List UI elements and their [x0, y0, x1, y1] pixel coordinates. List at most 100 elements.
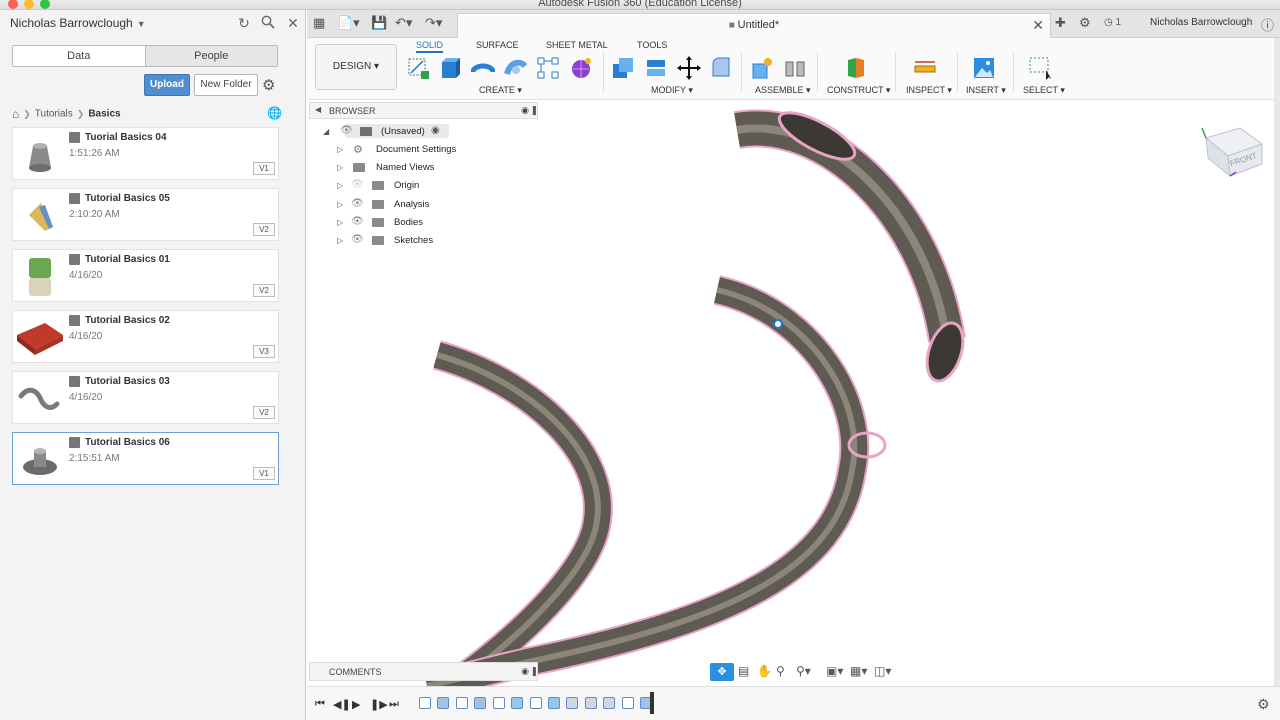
visibility-eye-icon[interactable]: 👁: [340, 125, 353, 136]
fillet-icon[interactable]: [644, 56, 668, 80]
redo-icon[interactable]: ↷▾: [425, 15, 442, 31]
expand-triangle-icon[interactable]: ▷: [337, 236, 343, 245]
browser-node-origin[interactable]: ▷ 👁 Origin: [337, 178, 487, 194]
move-icon[interactable]: [677, 56, 701, 80]
undo-icon[interactable]: ↶▾: [395, 15, 412, 31]
look-at-icon[interactable]: ▤: [738, 664, 749, 678]
file-menu-icon[interactable]: 📄▾: [337, 15, 360, 31]
expand-triangle-icon[interactable]: ▷: [337, 218, 343, 227]
pan-icon[interactable]: ✋: [757, 664, 772, 678]
expand-handle-icon[interactable]: ❚: [530, 105, 538, 116]
visibility-eye-icon[interactable]: 👁: [351, 198, 364, 209]
inspect-menu[interactable]: INSPECT ▾: [906, 85, 952, 96]
close-tab-icon[interactable]: ✕: [1032, 17, 1044, 34]
tab-surface[interactable]: SURFACE: [476, 40, 519, 50]
new-tab-icon[interactable]: ✚: [1055, 15, 1066, 31]
new-folder-button[interactable]: New Folder: [194, 74, 258, 96]
create-menu[interactable]: CREATE ▾: [479, 85, 522, 96]
timeline-split-feature[interactable]: [566, 697, 578, 709]
go-to-end-icon[interactable]: ⏭: [389, 698, 399, 711]
gear-icon[interactable]: ⚙: [1257, 696, 1270, 713]
browser-header[interactable]: ◀ BROWSER ◉ ❚: [309, 102, 538, 119]
job-status[interactable]: ◷ 1: [1104, 17, 1121, 28]
visibility-eye-icon[interactable]: 👁: [351, 216, 364, 227]
workspace-switcher[interactable]: DESIGN ▾: [315, 44, 397, 90]
file-card-selected[interactable]: Tutorial Basics 06 2:15:51 AM V1: [12, 432, 279, 485]
zoom-icon[interactable]: ⚲: [776, 664, 785, 678]
save-icon[interactable]: 💾: [371, 15, 387, 31]
browser-root[interactable]: ◢ 👁 (Unsaved) ◉: [323, 124, 449, 140]
revolve-icon[interactable]: [471, 56, 495, 80]
timeline-marker[interactable]: [650, 692, 654, 714]
pivot-point[interactable]: [773, 319, 783, 329]
tab-data[interactable]: Data: [13, 46, 146, 66]
rectangular-pattern-icon[interactable]: [536, 56, 560, 80]
tube-body-middle[interactable]: [424, 277, 868, 686]
pin-icon[interactable]: ◉: [521, 105, 529, 116]
timeline-sweep-feature[interactable]: [437, 697, 449, 709]
create-sketch-icon[interactable]: [406, 56, 430, 80]
timeline-sweep-feature[interactable]: [511, 697, 523, 709]
browser-node-analysis[interactable]: ▷ 👁 Analysis: [337, 197, 487, 213]
browser-node-document-settings[interactable]: ▷ ⚙ Document Settings: [337, 142, 487, 158]
tab-solid[interactable]: SOLID: [416, 40, 444, 53]
go-to-start-icon[interactable]: ⏮: [315, 698, 325, 711]
timeline-split-feature[interactable]: [603, 697, 615, 709]
grid-menu-icon[interactable]: ▦: [313, 15, 325, 31]
view-cube[interactable]: FRONT: [1196, 124, 1268, 178]
timeline-split-feature[interactable]: [585, 697, 597, 709]
timeline-sweep-feature[interactable]: [474, 697, 486, 709]
version-badge[interactable]: V2: [253, 406, 275, 419]
breadcrumb-item[interactable]: Tutorials: [35, 109, 73, 120]
browser-node-sketches[interactable]: ▷ 👁 Sketches: [337, 233, 487, 249]
browser-node-named-views[interactable]: ▷ Named Views: [337, 160, 487, 176]
split-face-icon[interactable]: [709, 56, 733, 80]
version-badge[interactable]: V1: [253, 467, 275, 480]
search-icon[interactable]: [260, 15, 276, 31]
tab-people[interactable]: People: [146, 46, 278, 66]
tab-sheet-metal[interactable]: SHEET METAL: [546, 40, 608, 50]
version-badge[interactable]: V1: [253, 162, 275, 175]
browser-node-bodies[interactable]: ▷ 👁 Bodies: [337, 215, 487, 231]
collapse-arrow-icon[interactable]: ◀: [315, 105, 321, 114]
timeline-sketch-feature[interactable]: [493, 697, 505, 709]
expand-handle-icon[interactable]: ❚: [530, 666, 538, 677]
joint-icon[interactable]: [783, 56, 807, 80]
version-badge[interactable]: V2: [253, 223, 275, 236]
timeline-sketch-feature[interactable]: [419, 697, 431, 709]
comments-panel[interactable]: COMMENTS ◉ ❚: [309, 662, 538, 681]
orbit-icon[interactable]: ✥: [710, 663, 734, 681]
visibility-eye-off-icon[interactable]: 👁: [351, 179, 364, 190]
home-icon[interactable]: ⌂: [12, 107, 19, 121]
file-card[interactable]: Tutorial Basics 03 4/16/20 V2: [12, 371, 279, 424]
create-form-icon[interactable]: [569, 56, 593, 80]
expand-triangle-icon[interactable]: ◢: [323, 127, 329, 136]
activate-radio-icon[interactable]: ◉: [431, 125, 440, 136]
step-back-icon[interactable]: ◀❚: [333, 698, 351, 711]
expand-triangle-icon[interactable]: ▷: [337, 163, 343, 172]
construct-menu[interactable]: CONSTRUCT ▾: [827, 85, 890, 96]
extensions-icon[interactable]: ⚙: [1079, 15, 1091, 31]
user-menu[interactable]: Nicholas Barrowclough ▼: [10, 16, 146, 30]
file-card[interactable]: Tutorial Basics 01 4/16/20 V2: [12, 249, 279, 302]
document-tab[interactable]: ■ Untitled* ✕: [457, 13, 1051, 38]
step-forward-icon[interactable]: ❚▶: [370, 698, 388, 711]
insert-image-icon[interactable]: [972, 56, 996, 80]
new-component-icon[interactable]: [750, 56, 774, 80]
measure-icon[interactable]: [913, 56, 937, 80]
visibility-eye-icon[interactable]: 👁: [351, 234, 364, 245]
timeline-sketch-feature[interactable]: [622, 697, 634, 709]
expand-triangle-icon[interactable]: ▷: [337, 145, 343, 154]
fit-icon[interactable]: ⚲▾: [796, 664, 811, 678]
grid-settings-icon[interactable]: ▦▾: [850, 664, 867, 678]
extrude-icon[interactable]: [438, 56, 462, 80]
timeline-sketch-feature[interactable]: [456, 697, 468, 709]
close-panel-icon[interactable]: ✕: [285, 15, 301, 31]
version-badge[interactable]: V3: [253, 345, 275, 358]
gear-icon[interactable]: ⚙: [262, 76, 275, 94]
select-icon[interactable]: [1028, 56, 1052, 80]
viewports-icon[interactable]: ◫▾: [874, 664, 891, 678]
right-edge-scrollbar[interactable]: [1274, 38, 1280, 686]
display-settings-icon[interactable]: ▣▾: [826, 664, 843, 678]
insert-menu[interactable]: INSERT ▾: [966, 85, 1006, 96]
